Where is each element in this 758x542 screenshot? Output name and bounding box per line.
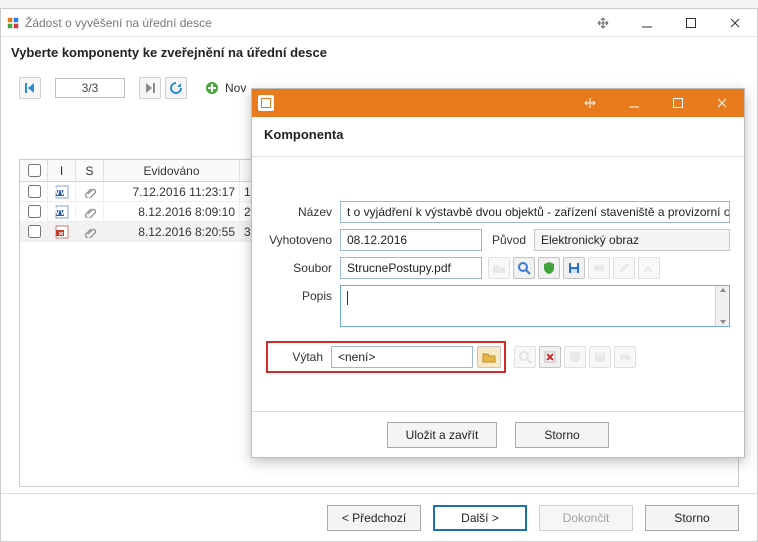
soubor-field[interactable]: StrucnePostupy.pdf (340, 257, 482, 279)
attachment-icon (76, 202, 104, 221)
wizard-next-button[interactable]: Další > (433, 505, 527, 531)
select-all-checkbox[interactable] (28, 164, 41, 177)
plus-icon (205, 81, 219, 95)
word-doc-icon: W (55, 205, 69, 219)
soubor-print-button (588, 257, 610, 279)
row-checkbox[interactable] (28, 185, 41, 198)
dialog-save-button[interactable]: Uložit a zavřít (387, 422, 497, 448)
dialog-minimize-button[interactable] (612, 89, 656, 117)
dialog-form: Název t o vyjádření k výstavbě dvou obje… (252, 169, 744, 409)
dialog-close-button[interactable] (700, 89, 744, 117)
label-vyhotoveno: Vyhotoveno (266, 233, 340, 247)
new-button[interactable]: Nov (225, 81, 246, 95)
page-counter[interactable]: 3/3 (55, 78, 125, 98)
soubor-search-button[interactable] (513, 257, 535, 279)
minimize-button[interactable] (625, 9, 669, 37)
word-doc-icon: W (55, 185, 69, 199)
vytah-search-button (514, 346, 536, 368)
wizard-finish-button: Dokončit (539, 505, 633, 531)
pdf-doc-icon (55, 225, 69, 239)
vyhotoveno-field[interactable]: 08.12.2016 (340, 229, 482, 251)
vytah-field[interactable]: <není> (331, 346, 473, 368)
nav-last-button[interactable] (139, 77, 161, 99)
maximize-button[interactable] (669, 9, 713, 37)
attachment-icon (76, 222, 104, 241)
nazev-field[interactable]: t o vyjádření k výstavbě dvou objektů - … (340, 201, 730, 223)
grid-header-evidovano[interactable]: Evidováno (104, 160, 240, 181)
dialog-app-icon (258, 95, 274, 111)
label-soubor: Soubor (266, 261, 340, 275)
attachment-icon (76, 182, 104, 201)
cell-evidovano: 8.12.2016 8:09:10 (104, 202, 240, 221)
soubor-browse-button[interactable] (488, 257, 510, 279)
vytah-shield-button (564, 346, 586, 368)
parent-heading: Vyberte komponenty ke zveřejnění na úřed… (1, 37, 757, 72)
dialog-titlebar[interactable] (252, 89, 744, 117)
row-checkbox[interactable] (28, 225, 41, 238)
soubor-edit-button (613, 257, 635, 279)
nav-first-button[interactable] (19, 77, 41, 99)
parent-titlebar: Žádost o vyvěšení na úřední desce (1, 9, 757, 37)
dialog-drag-icon (568, 89, 612, 117)
grid-header-s[interactable]: S (76, 160, 104, 181)
puvod-field: Elektronický obraz (534, 229, 730, 251)
popis-field[interactable] (340, 285, 730, 327)
vytah-delete-button[interactable] (539, 346, 561, 368)
dialog-footer: Uložit a zavřít Storno (252, 411, 744, 457)
cell-evidovano: 8.12.2016 8:20:55 (104, 222, 240, 241)
soubor-shield-button[interactable] (538, 257, 560, 279)
row-checkbox[interactable] (28, 205, 41, 218)
label-nazev: Název (266, 205, 340, 219)
cell-evidovano: 7.12.2016 11:23:17 (104, 182, 240, 201)
wizard-cancel-button[interactable]: Storno (645, 505, 739, 531)
close-button[interactable] (713, 9, 757, 37)
vytah-save-button (589, 346, 611, 368)
label-popis: Popis (266, 285, 340, 303)
grid-header-i[interactable]: I (48, 160, 76, 181)
komponenta-dialog: Komponenta Název t o vyjádření k výstavb… (251, 88, 745, 458)
svg-text:W: W (55, 185, 66, 198)
parent-title: Žádost o vyvěšení na úřední desce (25, 16, 212, 30)
label-vytah: Výtah (271, 350, 331, 364)
dialog-maximize-button[interactable] (656, 89, 700, 117)
vytah-print-button (614, 346, 636, 368)
dialog-heading: Komponenta (252, 117, 744, 157)
popis-scrollbar[interactable] (715, 286, 729, 326)
app-icon (7, 17, 19, 29)
soubor-save-button[interactable] (563, 257, 585, 279)
vytah-highlight: Výtah <není> (266, 341, 506, 373)
vytah-browse-button[interactable] (477, 346, 501, 368)
dialog-cancel-button[interactable]: Storno (515, 422, 609, 448)
svg-text:W: W (55, 205, 66, 218)
refresh-button[interactable] (165, 77, 187, 99)
label-puvod: Původ (482, 233, 534, 247)
grid-header-checkbox[interactable] (20, 160, 48, 181)
soubor-sign-button (638, 257, 660, 279)
drag-icon (581, 9, 625, 37)
wizard-back-button[interactable]: < Předchozí (327, 505, 421, 531)
wizard-bar: < Předchozí Další > Dokončit Storno (1, 493, 757, 541)
